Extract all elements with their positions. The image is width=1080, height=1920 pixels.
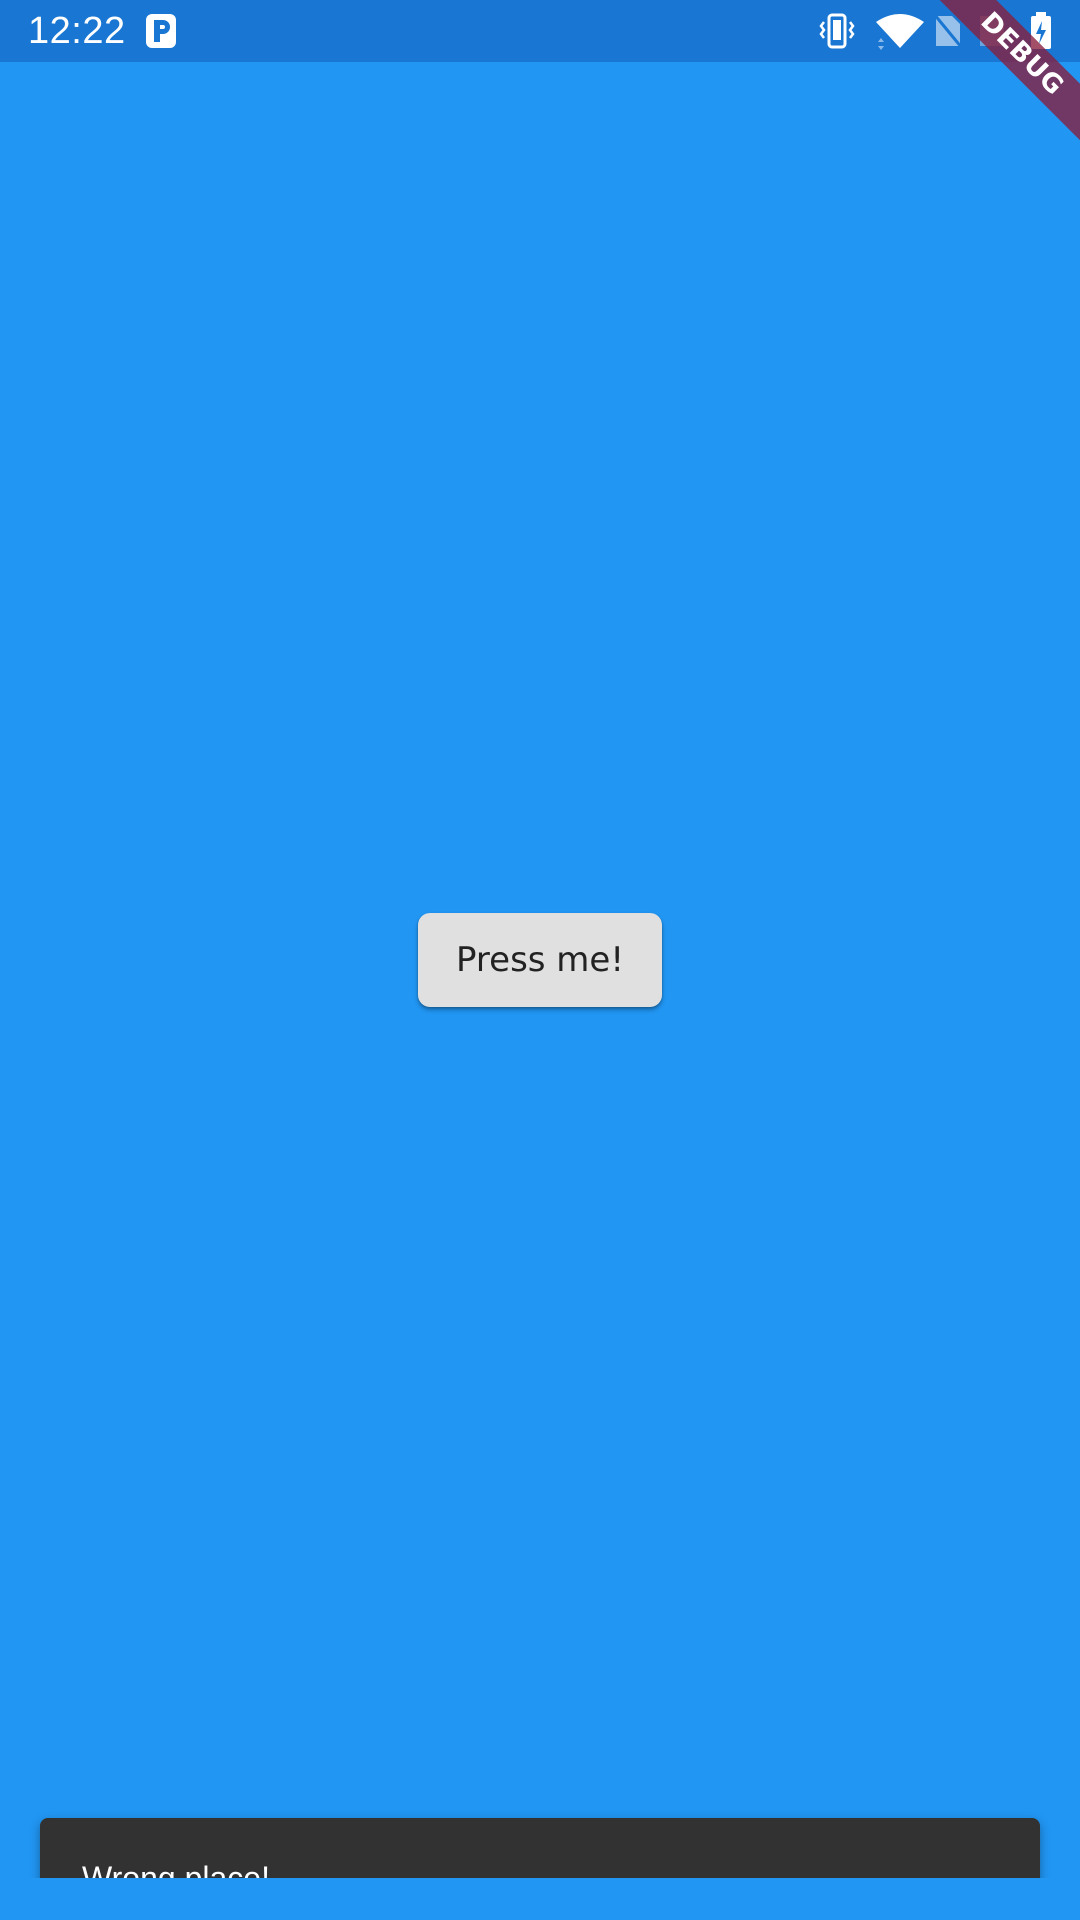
battery-charging-icon [1031, 12, 1051, 49]
status-bar: 12:22 [0, 0, 1080, 62]
sim-icon [980, 16, 1004, 46]
parking-p-icon [146, 14, 176, 48]
status-time: 12:22 [28, 10, 126, 52]
press-me-button[interactable]: Press me! [418, 913, 662, 1007]
wifi-icon [876, 14, 924, 50]
no-sim-icon [932, 13, 964, 49]
press-me-button-label: Press me! [456, 940, 624, 980]
bottom-strip [0, 1878, 1080, 1920]
vibrate-icon [819, 13, 855, 49]
